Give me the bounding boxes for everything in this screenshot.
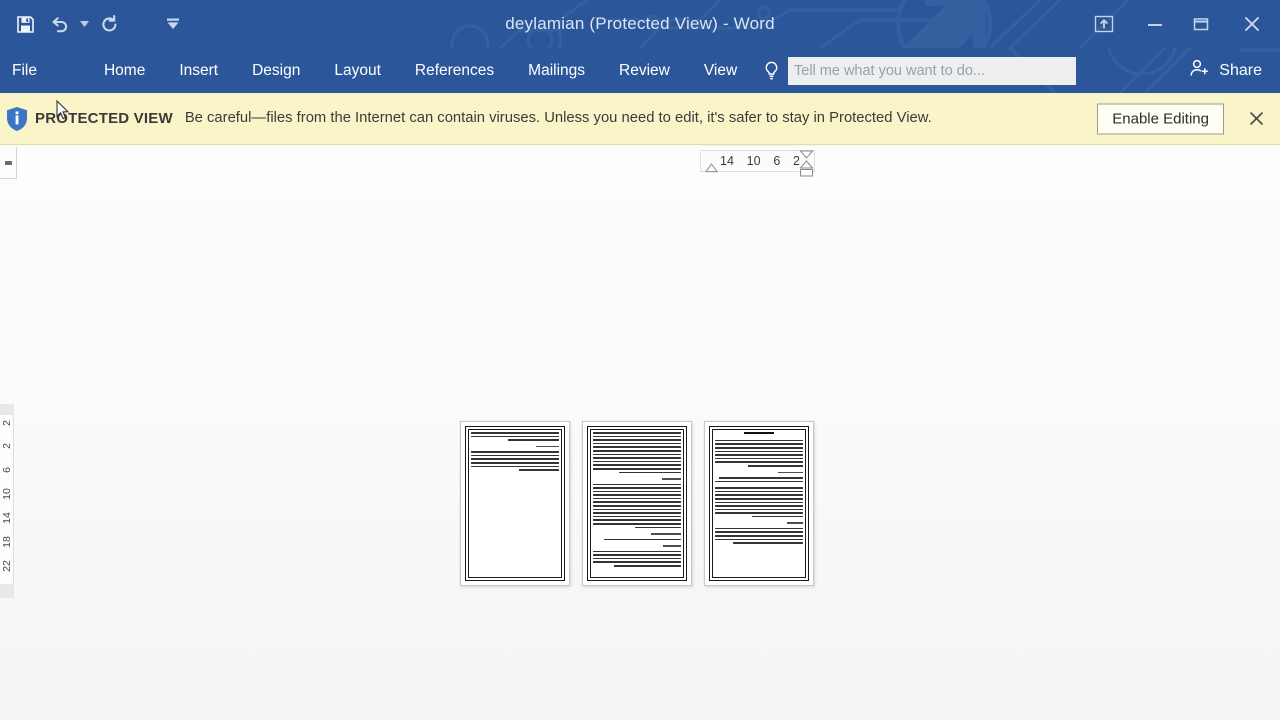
window-controls[interactable] [1076, 0, 1280, 48]
vruler-tick-3: 10 [1, 488, 13, 500]
tell-me-input[interactable] [788, 56, 1076, 85]
horizontal-ruler-ticks: 14 10 6 2 [712, 150, 804, 172]
tab-layout[interactable]: Layout [317, 48, 398, 93]
vruler-tick-4: 14 [1, 512, 13, 524]
vertical-ruler-margin-bottom [0, 584, 14, 598]
quick-access-toolbar[interactable] [0, 0, 190, 48]
tab-design[interactable]: Design [235, 48, 317, 93]
maximize-icon[interactable] [1178, 0, 1224, 48]
page-content [471, 432, 559, 575]
save-icon[interactable] [8, 6, 42, 42]
page-content [593, 432, 681, 575]
ribbon-tabs[interactable]: File Home Insert Design Layout Reference… [0, 48, 754, 93]
share-person-icon [1189, 58, 1211, 83]
tab-review[interactable]: Review [602, 48, 687, 93]
page-thumbnail-1[interactable] [460, 421, 570, 586]
vruler-tick-5: 18 [1, 536, 13, 548]
ribbon-display-options-icon[interactable] [1076, 0, 1132, 48]
tab-file[interactable]: File [0, 48, 53, 93]
tab-references[interactable]: References [398, 48, 511, 93]
tab-selector-mark [4, 160, 12, 165]
redo-icon[interactable] [92, 6, 126, 42]
close-message-bar-icon[interactable] [1244, 107, 1268, 131]
hruler-tick-14: 14 [720, 154, 734, 168]
share-label: Share [1219, 61, 1262, 79]
ribbon-tab-row: File Home Insert Design Layout Reference… [0, 48, 1280, 93]
tell-me-area[interactable] [760, 48, 1076, 93]
undo-icon[interactable] [42, 6, 76, 42]
page-thumbnail-2[interactable] [582, 421, 692, 586]
tab-selector[interactable] [0, 147, 17, 179]
title-bar: deylamian (Protected View) - Word [0, 0, 1280, 48]
vruler-tick-1: 2 [1, 443, 13, 449]
lightbulb-icon [760, 61, 782, 81]
vruler-tick-2: 6 [1, 467, 13, 473]
page-title-line [744, 432, 774, 434]
enable-editing-button[interactable]: Enable Editing [1097, 103, 1224, 134]
tab-insert[interactable]: Insert [162, 48, 235, 93]
tab-home[interactable]: Home [87, 48, 162, 93]
left-indent-marker-icon[interactable] [705, 163, 718, 173]
tab-mailings[interactable]: Mailings [511, 48, 602, 93]
minimize-icon[interactable] [1132, 0, 1178, 48]
tab-view[interactable]: View [687, 48, 754, 93]
protected-view-message: Be careful—files from the Internet can c… [184, 109, 932, 126]
protected-view-label: PROTECTED VIEW [35, 110, 173, 127]
hruler-tick-10: 10 [746, 154, 761, 168]
customize-qat-icon[interactable] [156, 6, 190, 42]
protected-view-bar: PROTECTED VIEW Be careful—files from the… [0, 93, 1280, 145]
share-button[interactable]: Share [1181, 48, 1270, 93]
page-content [715, 432, 803, 575]
close-icon[interactable] [1224, 0, 1280, 48]
shield-info-icon [2, 106, 32, 132]
vruler-tick-6: 22 [1, 560, 13, 572]
hruler-tick-6: 6 [773, 154, 781, 168]
page-thumbnail-3[interactable] [704, 421, 814, 586]
vruler-tick-0: 2 [1, 420, 13, 426]
right-indent-marker-icon[interactable] [799, 150, 814, 177]
undo-dropdown-icon[interactable] [76, 6, 92, 42]
document-pages[interactable] [460, 421, 814, 586]
